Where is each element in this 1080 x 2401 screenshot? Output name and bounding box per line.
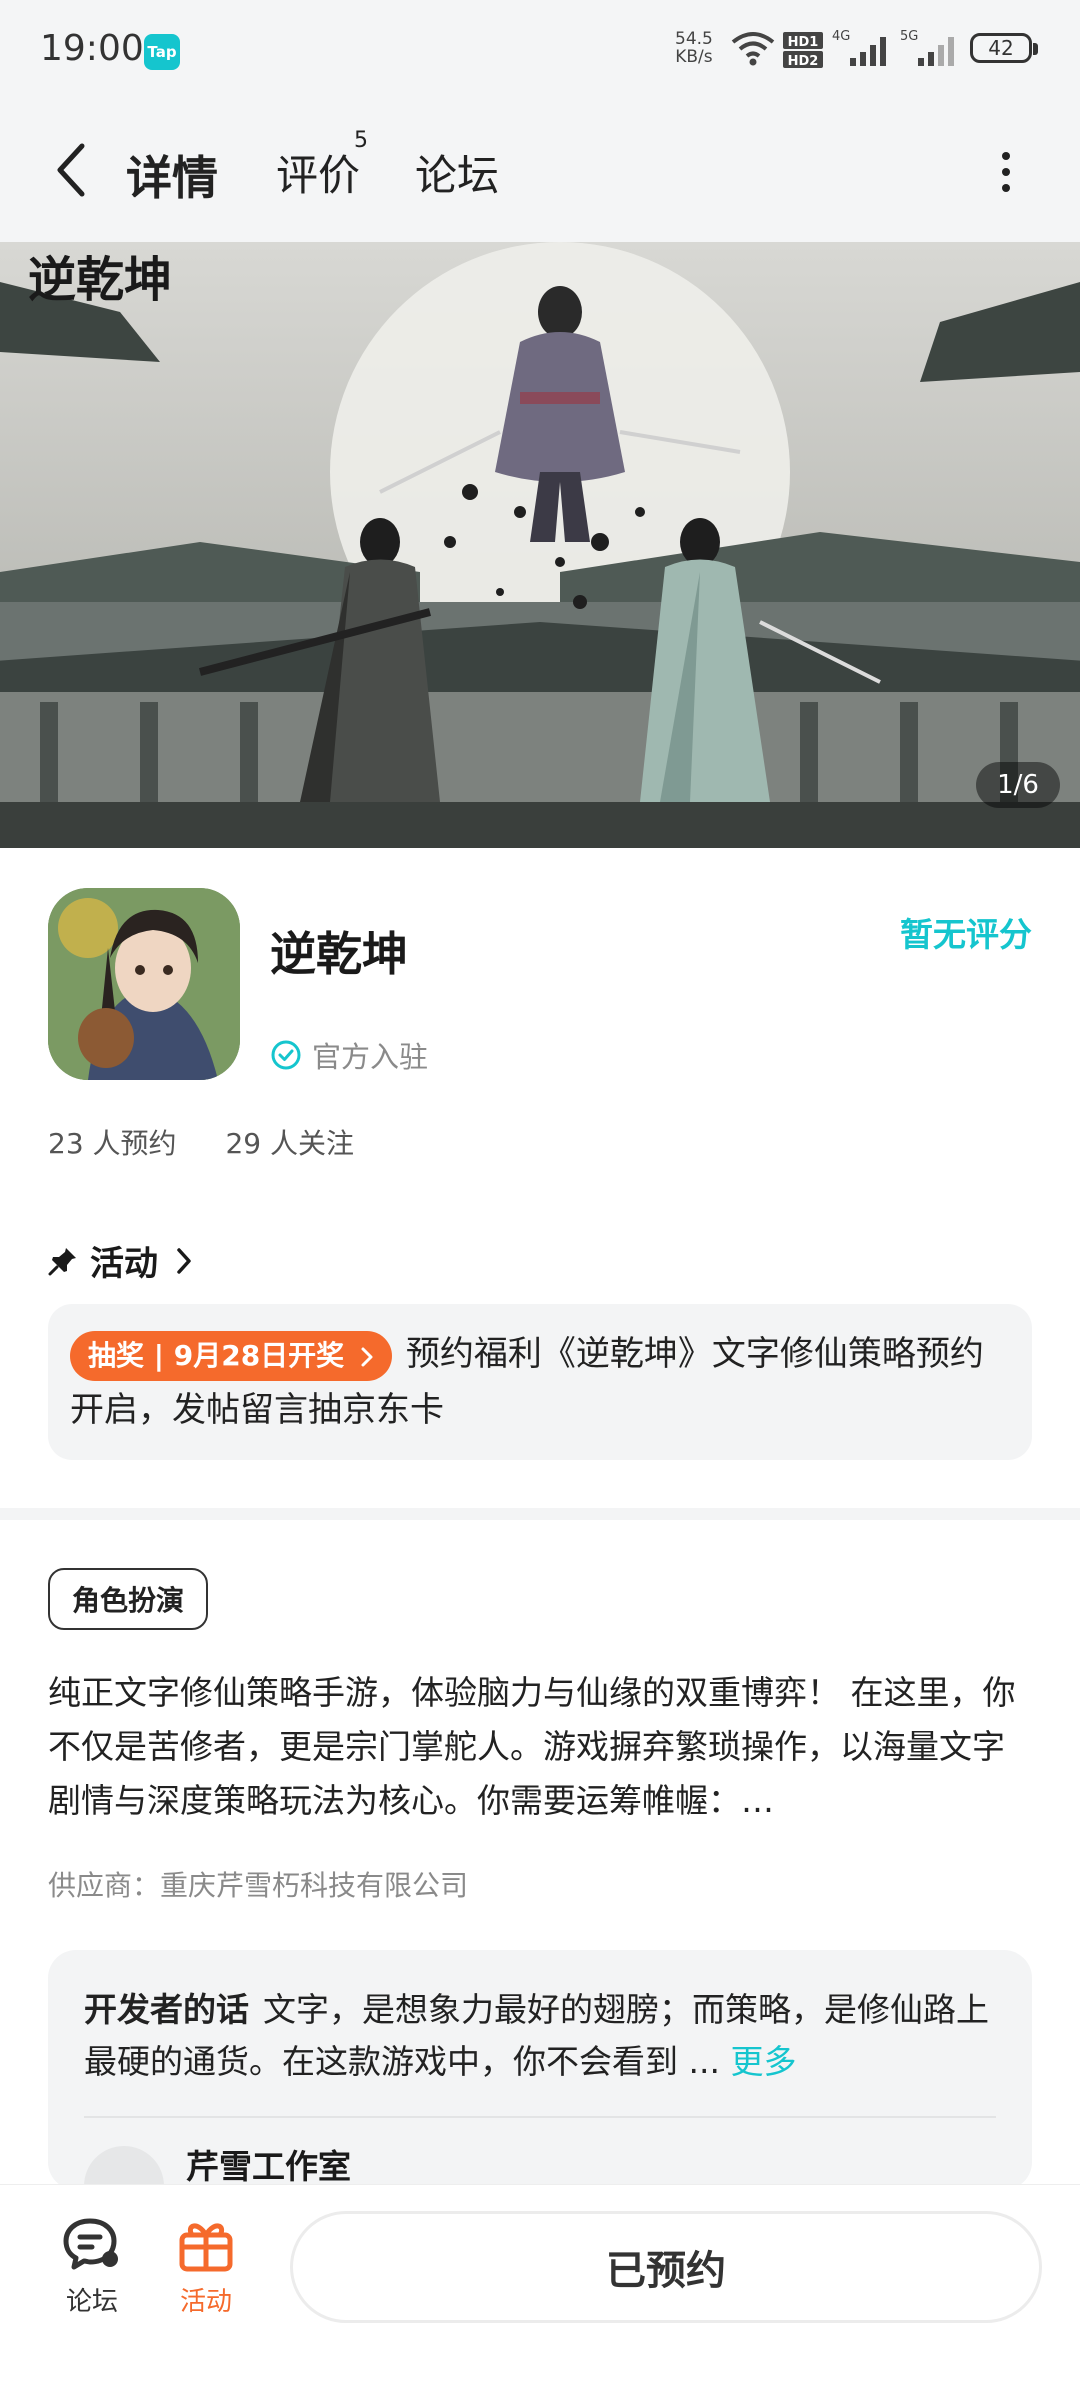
supplier-info: 供应商：重庆芹雪朽科技有限公司 (48, 1869, 469, 1902)
more-link[interactable]: 更多 (730, 2042, 796, 2081)
activity-nav-label: 活动 (179, 2287, 232, 2317)
genre-tag[interactable]: 角色扮演 (48, 1568, 209, 1630)
signal-4g-label: 4G (832, 29, 850, 44)
official-badge: 官方入驻 (270, 1034, 428, 1076)
hd-voice-icon: HD1 HD2 (783, 32, 823, 68)
wifi-icon (731, 32, 775, 66)
tab-forum-label: 论坛 (415, 151, 500, 200)
banner-artwork: 逆乾坤 (0, 242, 1080, 848)
app-icon-artwork (48, 888, 240, 1080)
hd-label-2: HD2 (788, 54, 819, 68)
battery-level: 42 (988, 36, 1014, 60)
developer-notes-label: 开发者的话 (84, 1990, 249, 2029)
tab-detail-label: 详情 (126, 151, 218, 205)
network-speed-unit: KB/s (675, 47, 713, 67)
chevron-right-icon (361, 1347, 373, 1366)
banner-logo: 逆乾坤 (28, 252, 172, 308)
section-divider (0, 1508, 1080, 1520)
lottery-tag[interactable]: 抽奖 | 9月28日开奖 (70, 1330, 392, 1381)
forum-nav-label: 论坛 (65, 2287, 118, 2317)
rating-status: 暂无评分 (900, 915, 1032, 954)
activity-title: 活动 (90, 1244, 158, 1284)
banner-page-indicator: 1/6 (976, 762, 1060, 808)
app-title: 逆乾坤 (270, 927, 408, 981)
pin-icon (48, 1247, 76, 1275)
activity-section-header[interactable]: 活动 (48, 1236, 194, 1285)
status-bar: 19:00 Tap 54.5 KB/s HD1 HD2 4G 5G 42 (0, 0, 1080, 100)
bottom-action-bar: 论坛 活动 已预约 (0, 2184, 1080, 2401)
signal-5g-label: 5G (900, 29, 918, 44)
header-nav: 详情 评价 5 论坛 (0, 100, 1080, 242)
status-time: 19:00 (40, 28, 144, 69)
follower-count: 29 人关注 (225, 1127, 354, 1160)
forum-chat-icon (63, 2218, 118, 2270)
review-count-badge: 5 (354, 128, 368, 153)
developer-notes-card[interactable]: 开发者的话 文字，是想象力最好的翅膀；而策略，是修仙路上最硬的通货。在这款游戏中，… (48, 1950, 1032, 2190)
game-description[interactable]: 纯正文字修仙策略手游，体验脑力与仙缘的双重博弈！ 在这里，你不仅是苦修者，更是宗… (48, 1666, 1032, 1828)
tab-review[interactable]: 评价 5 (276, 128, 368, 203)
verified-check-icon (271, 1040, 301, 1070)
network-speed: 54.5 KB/s (675, 30, 713, 66)
signal-5g-icon: 5G (900, 29, 954, 66)
gift-icon (179, 2223, 233, 2272)
developer-name[interactable]: 芹雪工作室 (186, 2140, 351, 2188)
reserved-button[interactable]: 已预约 (290, 2211, 1042, 2323)
tab-forum[interactable]: 论坛 (415, 142, 499, 203)
battery-icon: 42 (970, 33, 1038, 63)
activity-card[interactable]: 抽奖 | 9月28日开奖 预约福利《逆乾坤》文字修仙策略预约开启，发帖留言抽京东… (48, 1304, 1032, 1460)
activity-nav-button[interactable]: 活动 (156, 2215, 256, 2318)
official-label: 官方入驻 (312, 1040, 429, 1074)
network-speed-value: 54.5 (675, 29, 713, 49)
tab-review-label: 评价 (276, 151, 361, 200)
media-banner[interactable]: 逆乾坤 1/6 (0, 242, 1080, 848)
more-options-icon[interactable] (996, 150, 1016, 194)
signal-4g-icon: 4G (832, 29, 886, 66)
developer-notes: 开发者的话 文字，是想象力最好的翅膀；而策略，是修仙路上最硬的通货。在这款游戏中，… (84, 1984, 996, 2088)
reservation-count: 23 人预约 (48, 1127, 177, 1160)
hd-label-1: HD1 (788, 35, 819, 50)
chevron-right-icon (177, 1247, 191, 1274)
tab-detail[interactable]: 详情 (122, 142, 222, 208)
app-stats: 23 人预约 29 人关注 (48, 1122, 394, 1162)
forum-nav-button[interactable]: 论坛 (42, 2215, 142, 2318)
taptap-notification-icon: Tap (144, 34, 180, 70)
lottery-tag-label: 抽奖 | 9月28日开奖 (88, 1338, 345, 1372)
back-arrow-icon[interactable] (52, 140, 92, 200)
developer-card-divider (84, 2116, 996, 2118)
app-icon[interactable] (48, 888, 240, 1080)
